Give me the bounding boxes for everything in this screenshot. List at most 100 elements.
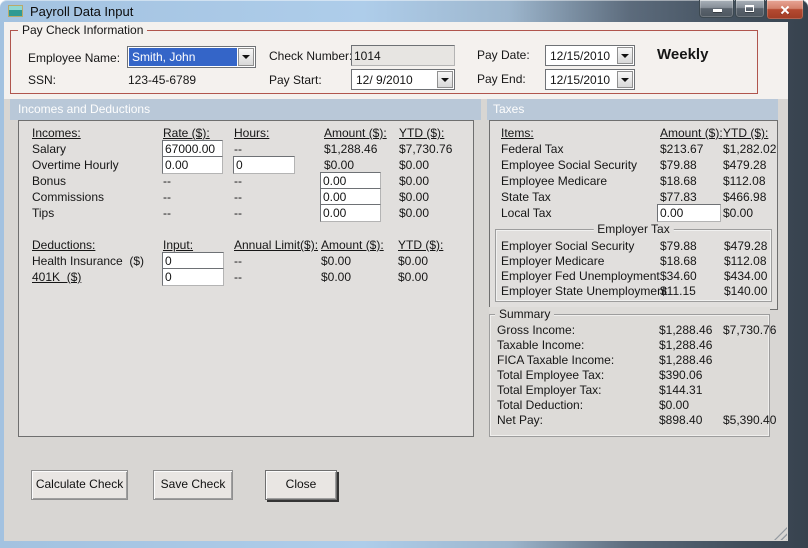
- employer-tax-ytd-value: $140.00: [724, 284, 768, 298]
- employee-name-label: Employee Name:: [28, 51, 121, 65]
- app-icon: [8, 5, 23, 17]
- summary-ytd-value: $5,390.40: [723, 413, 777, 427]
- incomes-column-header: YTD ($):: [399, 126, 445, 140]
- tax-ytd-value: $479.28: [723, 158, 767, 172]
- summary-legend: Summary: [495, 307, 555, 321]
- income-ytd-value: $0.00: [399, 174, 430, 188]
- employer-tax-row-label: Employer Fed Unemployment: [501, 269, 660, 283]
- summary-amount-value: $1,288.46: [659, 338, 713, 352]
- employer-tax-ytd-value: $479.28: [724, 239, 768, 253]
- close-window-button[interactable]: [766, 0, 804, 20]
- income-rate-value: --: [163, 190, 171, 204]
- pay-start-label: Pay Start:: [269, 73, 322, 87]
- save-check-button[interactable]: Save Check: [153, 470, 233, 500]
- tax-ytd-value: $1,282.02: [723, 142, 777, 156]
- taxes-column-header: Items:: [501, 126, 534, 140]
- deduction-input[interactable]: [162, 268, 224, 286]
- income-row-label: Tips: [32, 206, 55, 220]
- check-number-label: Check Number:: [269, 49, 353, 63]
- income-row-label: Bonus: [32, 174, 67, 188]
- ssn-value: 123-45-6789: [128, 73, 197, 87]
- pay-end-value: 12/15/2010: [550, 73, 611, 87]
- minimize-button[interactable]: [699, 0, 734, 18]
- pay-date-dropdown-button[interactable]: [617, 47, 633, 64]
- employer-tax-ytd-value: $434.00: [724, 269, 768, 283]
- taxes-column-header: Amount ($):: [660, 126, 723, 140]
- income-hours-value: --: [234, 206, 242, 220]
- pay-start-dropdown-button[interactable]: [437, 71, 453, 88]
- pay-frequency-label: Weekly: [657, 46, 709, 63]
- deduction-ytd-value: $0.00: [398, 270, 429, 284]
- tax-amount-value: $18.68: [660, 174, 697, 188]
- summary-row-label: Total Deduction:: [497, 398, 584, 412]
- deduction-row-label: Health Insurance ($): [32, 254, 145, 268]
- income-row-label: Commissions: [32, 190, 105, 204]
- app-window: Payroll Data Input Pay Check Information…: [0, 0, 808, 548]
- pay-date-datepicker[interactable]: 12/15/2010: [545, 45, 635, 66]
- incomes-deductions-section-title: Incomes and Deductions: [18, 102, 151, 116]
- minimize-icon: [712, 9, 722, 12]
- income-rate-value: --: [163, 206, 171, 220]
- summary-amount-value: $0.00: [659, 398, 690, 412]
- tax-row-label: Federal Tax: [501, 142, 564, 156]
- income-hours-input[interactable]: [233, 156, 295, 174]
- income-rate-input[interactable]: [162, 156, 223, 174]
- deduction-row-label: 401K ($): [32, 270, 82, 284]
- deduction-amount-value: $0.00: [321, 254, 352, 268]
- summary-amount-value: $390.06: [659, 368, 703, 382]
- employer-tax-ytd-value: $112.08: [724, 254, 767, 268]
- employer-tax-row-label: Employer Medicare: [501, 254, 605, 268]
- summary-row-label: FICA Taxable Income:: [497, 353, 615, 367]
- summary-amount-value: $144.31: [659, 383, 703, 397]
- maximize-icon: [745, 5, 754, 12]
- tax-row-label: Employee Medicare: [501, 174, 608, 188]
- deductions-column-header: Input:: [163, 238, 194, 252]
- summary-amount-value: $1,288.46: [659, 353, 713, 367]
- incomes-deductions-section-header: Incomes and Deductions: [10, 99, 481, 120]
- employee-name-dropdown-button[interactable]: [238, 48, 254, 66]
- summary-row-label: Gross Income:: [497, 323, 576, 337]
- income-ytd-value: $7,730.76: [399, 142, 453, 156]
- chevron-down-icon: [621, 53, 629, 58]
- taxes-section-title: Taxes: [493, 102, 525, 116]
- income-row-label: Salary: [32, 142, 67, 156]
- tax-ytd-value: $112.08: [723, 174, 766, 188]
- employer-tax-amount-value: $79.88: [660, 239, 697, 253]
- pay-start-datepicker[interactable]: 12/ 9/2010: [351, 69, 455, 90]
- deductions-column-header: Annual Limit($):: [234, 238, 319, 252]
- summary-row-label: Net Pay:: [497, 413, 544, 427]
- check-number-input[interactable]: [351, 45, 455, 66]
- chevron-down-icon: [621, 77, 629, 82]
- close-icon: [779, 4, 791, 16]
- pay-end-datepicker[interactable]: 12/15/2010: [545, 69, 635, 90]
- deductions-column-header: Deductions:: [32, 238, 96, 252]
- taxes-column-header: YTD ($):: [723, 126, 769, 140]
- summary-amount-value: $1,288.46: [659, 323, 713, 337]
- tax-amount-value: $79.88: [660, 158, 697, 172]
- employee-name-combobox[interactable]: Smith, John: [127, 46, 256, 68]
- window-title: Payroll Data Input: [30, 4, 134, 19]
- incomes-column-header: Hours:: [234, 126, 270, 140]
- employer-tax-legend: Employer Tax: [593, 222, 674, 236]
- income-amount-value: $0.00: [324, 158, 355, 172]
- income-hours-value: --: [234, 142, 242, 156]
- maximize-button[interactable]: [735, 0, 765, 18]
- tax-row-label: State Tax: [501, 190, 551, 204]
- summary-row-label: Total Employer Tax:: [497, 383, 602, 397]
- employer-tax-row-label: Employer Social Security: [501, 239, 635, 253]
- income-amount-value: $1,288.46: [324, 142, 378, 156]
- close-button[interactable]: Close: [265, 470, 337, 500]
- tax-amount-value: $77.83: [660, 190, 697, 204]
- tax-amount-value: $213.67: [660, 142, 704, 156]
- income-rate-value: --: [163, 174, 171, 188]
- tax-amount-input[interactable]: [657, 204, 721, 222]
- calculate-check-button[interactable]: Calculate Check: [31, 470, 128, 500]
- deduction-limit-value: --: [234, 270, 242, 284]
- taxes-section-header: Taxes: [487, 99, 778, 120]
- title-bar[interactable]: Payroll Data Input: [0, 0, 808, 22]
- income-ytd-value: $0.00: [399, 158, 430, 172]
- incomes-column-header: Incomes:: [32, 126, 81, 140]
- summary-row-label: Total Employee Tax:: [497, 368, 605, 382]
- income-amount-input[interactable]: [320, 204, 381, 222]
- pay-end-dropdown-button[interactable]: [617, 71, 633, 88]
